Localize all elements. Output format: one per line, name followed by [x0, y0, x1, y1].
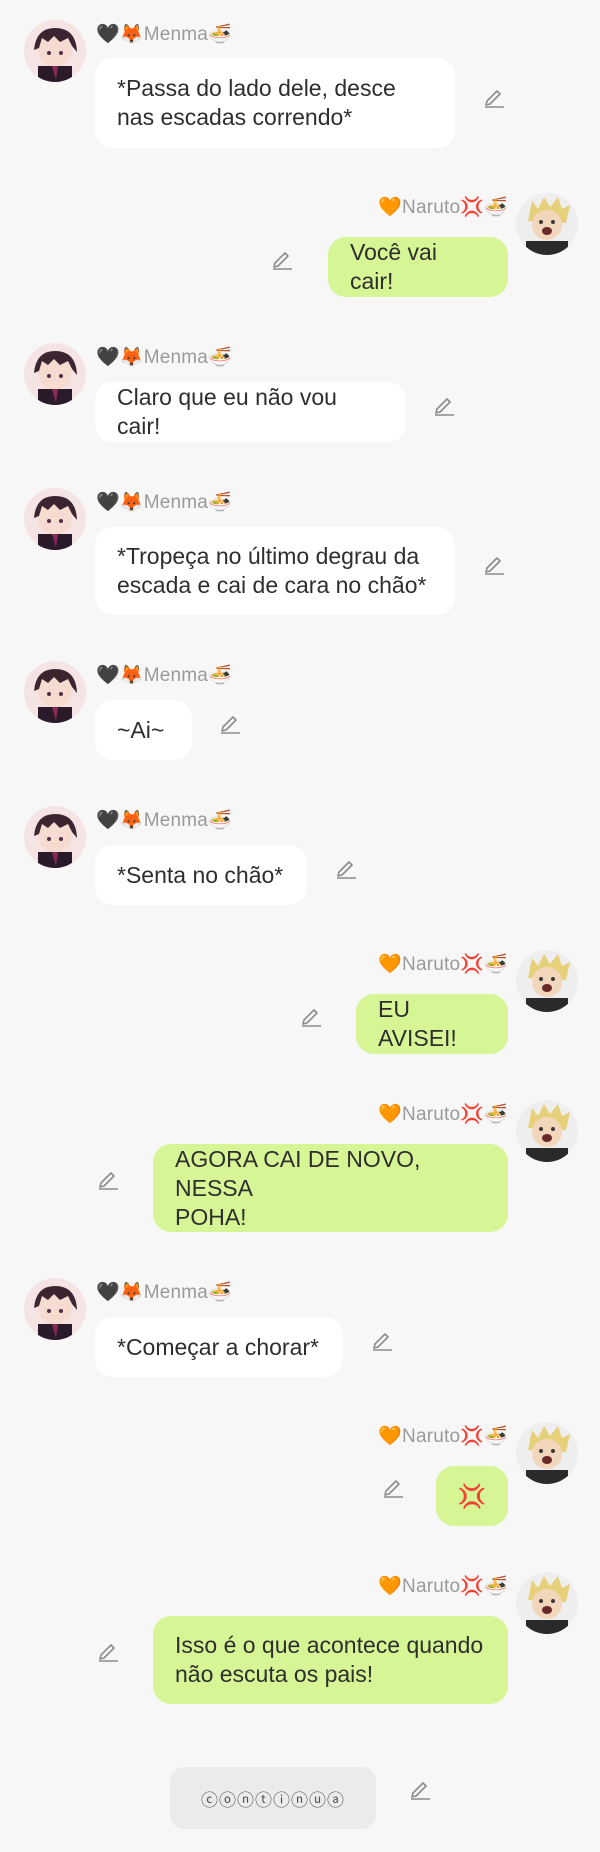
pencil-icon[interactable] — [482, 84, 506, 108]
pencil-icon[interactable] — [408, 1776, 432, 1800]
pencil-icon[interactable] — [334, 855, 358, 879]
pencil-icon[interactable] — [218, 710, 242, 734]
pencil-icon[interactable] — [299, 1003, 323, 1027]
sender-name: 🖤🦊Menma🍜 — [96, 810, 232, 831]
message-bubble[interactable]: *Tropeça no último degrau da escada e ca… — [95, 527, 455, 615]
message-bubble[interactable]: 💢 — [436, 1466, 508, 1526]
pencil-icon[interactable] — [270, 246, 294, 270]
message-bubble[interactable]: *Começar a chorar* — [95, 1317, 343, 1377]
sender-name: 🖤🦊Menma🍜 — [96, 665, 232, 686]
sender-name: 🧡Naruto💢🍜 — [378, 197, 508, 218]
pencil-icon[interactable] — [370, 1327, 394, 1351]
message-bubble[interactable]: *Passa do lado dele, desce nas escadas c… — [95, 58, 455, 148]
sender-name: 🧡Naruto💢🍜 — [378, 954, 508, 975]
message-bubble[interactable]: ~Ai~ — [95, 700, 192, 760]
sender-name: 🖤🦊Menma🍜 — [96, 1282, 232, 1303]
pencil-icon[interactable] — [432, 392, 456, 416]
sender-name: 🖤🦊Menma🍜 — [96, 492, 232, 513]
naruto-avatar[interactable] — [516, 1422, 578, 1484]
message-bubble[interactable]: Isso é o que acontece quando não escuta … — [153, 1616, 508, 1704]
naruto-avatar[interactable] — [516, 1572, 578, 1634]
menma-avatar[interactable] — [24, 1278, 86, 1340]
message-bubble[interactable]: Claro que eu não vou cair! — [95, 382, 406, 442]
menma-avatar[interactable] — [24, 806, 86, 868]
sender-name: 🧡Naruto💢🍜 — [378, 1426, 508, 1447]
message-bubble[interactable]: EU AVISEI! — [356, 994, 508, 1054]
message-bubble[interactable]: Você vai cair! — [328, 237, 508, 297]
sender-name: 🖤🦊Menma🍜 — [96, 347, 232, 368]
menma-avatar[interactable] — [24, 488, 86, 550]
pencil-icon[interactable] — [96, 1638, 120, 1662]
naruto-avatar[interactable] — [516, 1100, 578, 1162]
sender-name: 🧡Naruto💢🍜 — [378, 1576, 508, 1597]
pencil-icon[interactable] — [482, 551, 506, 575]
menma-avatar[interactable] — [24, 661, 86, 723]
sender-name: 🧡Naruto💢🍜 — [378, 1104, 508, 1125]
message-bubble[interactable]: AGORA CAI DE NOVO, NESSA POHA! — [153, 1144, 508, 1232]
pencil-icon[interactable] — [96, 1166, 120, 1190]
pencil-icon[interactable] — [381, 1474, 405, 1498]
message-bubble[interactable]: *Senta no chão* — [95, 845, 307, 905]
naruto-avatar[interactable] — [516, 193, 578, 255]
sender-name: 🖤🦊Menma🍜 — [96, 24, 232, 45]
menma-avatar[interactable] — [24, 343, 86, 405]
menma-avatar[interactable] — [24, 20, 86, 82]
continua-card[interactable]: ⓒⓞⓝⓣⓘⓝⓤⓐ — [170, 1767, 376, 1829]
naruto-avatar[interactable] — [516, 950, 578, 1012]
